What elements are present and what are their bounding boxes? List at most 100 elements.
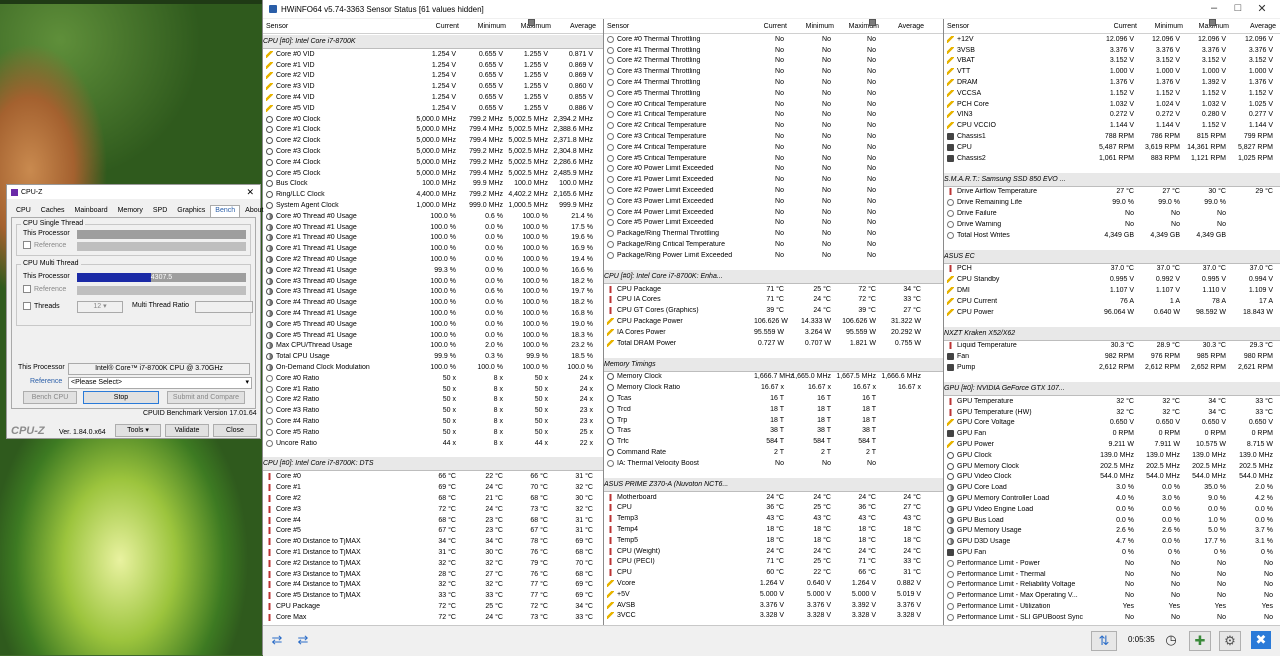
- sensor-row[interactable]: Max CPU/Thread Usage 100.0 % 2.0 % 100.0 % 2…: [263, 341, 603, 352]
- minimize-icon[interactable]: –: [1203, 2, 1225, 14]
- column-header-average[interactable]: Average: [551, 23, 596, 30]
- sensor-row[interactable]: +12V 12.096 V 12.096 V 12.096 V 12.096 V: [944, 34, 1280, 45]
- sensor-row[interactable]: Core #0 Thread #1 Usage 100.0 % 0.0 % 100.0…: [263, 222, 603, 233]
- sensor-row[interactable]: Core #2 68 °C 21 °C 68 °C 30 °C: [263, 493, 603, 504]
- sensor-row[interactable]: Chassis2 1,061 RPM 883 RPM 1,121 RPM 1,025 R…: [944, 153, 1280, 164]
- sensor-row[interactable]: VCCSA 1.152 V 1.152 V 1.152 V 1.152 V: [944, 88, 1280, 99]
- sensor-row[interactable]: Core #1 69 °C 24 °C 70 °C 32 °C: [263, 482, 603, 493]
- sensor-row[interactable]: Core #1 Ratio 50 x 8 x 50 x 24 x: [263, 384, 603, 395]
- sensor-row[interactable]: Temp5 18 °C 18 °C 18 °C 18 °C: [604, 535, 943, 546]
- sensor-row[interactable]: Core #0 Thread #0 Usage 100.0 % 0.6 % 100.0…: [263, 211, 603, 222]
- sensor-row[interactable]: CPU Package Power 106.626 W 14.333 W 106.62…: [604, 316, 943, 327]
- sensor-row[interactable]: GPU Core Load 3.0 % 0.0 % 35.0 % 2.0 %: [944, 482, 1280, 493]
- sensor-row[interactable]: CPU VCCIO 1.144 V 1.144 V 1.152 V 1.144 V: [944, 120, 1280, 131]
- sensor-row[interactable]: Trfc 584 T 584 T 584 T: [604, 436, 943, 447]
- sensor-row[interactable]: Bus Clock 100.0 MHz 99.9 MHz 100.0 MHz 100.0…: [263, 179, 603, 190]
- column-header-minimum[interactable]: Minimum: [787, 23, 834, 30]
- column-header-sensor[interactable]: Sensor: [944, 23, 1095, 30]
- sensor-row[interactable]: Drive Airflow Temperature 27 °C 27 °C 30 °C…: [944, 187, 1280, 198]
- sensor-row[interactable]: Motherboard 24 °C 24 °C 24 °C 24 °C: [604, 492, 943, 503]
- sensor-row[interactable]: Core #5 Thread #0 Usage 100.0 % 0.0 % 100.0…: [263, 319, 603, 330]
- sensor-row[interactable]: Core #1 Thermal Throttling No No No: [604, 45, 943, 56]
- sensor-row[interactable]: VTT 1.000 V 1.000 V 1.000 V 1.000 V: [944, 66, 1280, 77]
- close-icon[interactable]: ✕: [1251, 2, 1273, 15]
- sensor-row[interactable]: Core #4 Power Limit Exceeded No No No: [604, 207, 943, 218]
- sensor-row[interactable]: IA Cores Power 95.559 W 3.264 W 95.559 W 20.…: [604, 327, 943, 338]
- sensor-row[interactable]: AVSB 3.376 V 3.376 V 3.392 V 3.376 V: [604, 600, 943, 611]
- column-header-current[interactable]: Current: [757, 23, 787, 30]
- sensor-row[interactable]: GPU Memory Usage 2.6 % 2.6 % 5.0 % 3.7 %: [944, 525, 1280, 536]
- single-reference-row[interactable]: Reference: [23, 241, 66, 249]
- sensor-row[interactable]: Core #5 Critical Temperature No No No: [604, 153, 943, 164]
- sensor-row[interactable]: Core #1 Power Limit Exceeded No No No: [604, 174, 943, 185]
- sensor-row[interactable]: Core #1 Distance to TjMAX 31 °C 30 °C 76 °C…: [263, 547, 603, 558]
- bench-cpu-button[interactable]: Bench CPU: [23, 391, 77, 404]
- sensor-group-header[interactable]: Memory Timings: [604, 19, 943, 372]
- sensor-row[interactable]: Core #5 Ratio 50 x 8 x 50 x 25 x: [263, 427, 603, 438]
- sensor-row[interactable]: Core #3 Critical Temperature No No No: [604, 131, 943, 142]
- sensor-row[interactable]: Tras 38 T 38 T 38 T: [604, 426, 943, 437]
- sensor-row[interactable]: Drive Warning No No No: [944, 219, 1280, 230]
- sensor-row[interactable]: Core #0 66 °C 22 °C 66 °C 31 °C: [263, 471, 603, 482]
- sensor-row[interactable]: Core #3 Thread #1 Usage 100.0 % 0.6 % 100.0…: [263, 287, 603, 298]
- sensor-row[interactable]: Drive Failure No No No: [944, 208, 1280, 219]
- sensor-row[interactable]: Performance Limit - Max Operating V... No…: [944, 590, 1280, 601]
- sensor-row[interactable]: DMI 1.107 V 1.107 V 1.110 V 1.109 V: [944, 285, 1280, 296]
- sensor-row[interactable]: Core #2 Ratio 50 x 8 x 50 x 24 x: [263, 395, 603, 406]
- settings-icon[interactable]: ⚙: [1219, 631, 1241, 651]
- multi-reference-row[interactable]: Reference: [23, 285, 66, 293]
- nav-left-icon[interactable]: ⇄: [267, 631, 287, 649]
- sensor-row[interactable]: CPU Current 76 A 1 A 78 A 17 A: [944, 296, 1280, 307]
- sensor-group-header[interactable]: CPU [#0]: Intel Core i7-8700K: [263, 19, 603, 49]
- sensor-group-header[interactable]: CPU [#0]: Intel Core i7-8700K: Enha...: [604, 19, 943, 284]
- sensor-row[interactable]: GPU Memory Clock 202.5 MHz 202.5 MHz 202.5 …: [944, 461, 1280, 472]
- column-header-minimum[interactable]: Minimum: [459, 23, 506, 30]
- sensor-row[interactable]: DRAM 1.376 V 1.376 V 1.392 V 1.376 V: [944, 77, 1280, 88]
- sensor-row[interactable]: Command Rate 2 T 2 T 2 T: [604, 447, 943, 458]
- sensor-group-header[interactable]: S.M.A.R.T.: Samsung SSD 850 EVO ...: [944, 19, 1280, 187]
- sensor-panel-2[interactable]: Sensor Current Minimum Maximum Average Core #…: [604, 19, 944, 625]
- sensor-row[interactable]: Core #0 Critical Temperature No No No: [604, 99, 943, 110]
- sensor-row[interactable]: GPU D3D Usage 4.7 % 0.0 % 17.7 % 3.1 %: [944, 536, 1280, 547]
- sensor-row[interactable]: Trcd 18 T 18 T 18 T: [604, 404, 943, 415]
- sensor-row[interactable]: GPU Bus Load 0.0 % 0.0 % 1.0 % 0.0 %: [944, 515, 1280, 526]
- sensor-row[interactable]: Core #3 Thread #0 Usage 100.0 % 0.0 % 100.0…: [263, 276, 603, 287]
- sensor-row[interactable]: Core #2 Power Limit Exceeded No No No: [604, 185, 943, 196]
- sensor-row[interactable]: System Agent Clock 1,000.0 MHz 999.0 MHz 1,…: [263, 200, 603, 211]
- sensor-row[interactable]: On-Demand Clock Modulation 100.0 % 100.0 %…: [263, 362, 603, 373]
- sensor-row[interactable]: Core #1 Thread #1 Usage 100.0 % 0.0 % 100.0…: [263, 243, 603, 254]
- hwinfo-titlebar[interactable]: HWiNFO64 v5.74-3363 Sensor Status [61 va…: [263, 0, 1280, 18]
- multi-reference-checkbox[interactable]: [23, 285, 31, 293]
- sensor-row[interactable]: Core #1 VID 1.254 V 0.655 V 1.255 V 0.869 V: [263, 60, 603, 71]
- sensor-row[interactable]: Core #4 Thread #0 Usage 100.0 % 0.0 % 100.0…: [263, 297, 603, 308]
- sensor-row[interactable]: Core #5 67 °C 23 °C 67 °C 31 °C: [263, 525, 603, 536]
- sensor-row[interactable]: 3VSB 3.376 V 3.376 V 3.376 V 3.376 V: [944, 45, 1280, 56]
- sensor-row[interactable]: Core #5 Clock 5,000.0 MHz 799.4 MHz 5,002.5…: [263, 168, 603, 179]
- sensor-row[interactable]: Uncore Ratio 44 x 8 x 44 x 22 x: [263, 438, 603, 449]
- sensor-row[interactable]: Core #0 Clock 5,000.0 MHz 799.2 MHz 5,002.5…: [263, 114, 603, 125]
- sensor-row[interactable]: Core #2 VID 1.254 V 0.655 V 1.255 V 0.869 V: [263, 71, 603, 82]
- reference-select[interactable]: <Please Select> ▾: [68, 377, 252, 389]
- sensor-row[interactable]: Core #2 Thread #0 Usage 100.0 % 0.0 % 100.0…: [263, 254, 603, 265]
- sensor-row[interactable]: Core #5 Thread #1 Usage 100.0 % 0.0 % 100.0…: [263, 330, 603, 341]
- sensor-row[interactable]: Performance Limit - Utilization Yes Yes Yes…: [944, 601, 1280, 612]
- sensor-row[interactable]: Performance Limit - Reliability Voltage N…: [944, 579, 1280, 590]
- sensor-row[interactable]: Tcas 16 T 16 T 16 T: [604, 393, 943, 404]
- threads-select[interactable]: 12 ▾: [77, 301, 123, 313]
- cpuz-close-icon[interactable]: ✕: [246, 187, 254, 198]
- column-header-average[interactable]: Average: [1229, 23, 1276, 30]
- sensor-row[interactable]: CPU (PECI) 71 °C 25 °C 71 °C 33 °C: [604, 556, 943, 567]
- sensor-row[interactable]: Chassis1 788 RPM 786 RPM 815 RPM 799 RPM: [944, 131, 1280, 142]
- sensor-row[interactable]: CPU IA Cores 71 °C 24 °C 72 °C 33 °C: [604, 295, 943, 306]
- sensor-row[interactable]: CPU GT Cores (Graphics) 39 °C 24 °C 39 °C 27…: [604, 305, 943, 316]
- sensor-group-header[interactable]: CPU [#0]: Intel Core i7-8700K: DTS: [263, 19, 603, 472]
- sensor-row[interactable]: Core #1 Thread #0 Usage 100.0 % 0.0 % 100.0…: [263, 233, 603, 244]
- sensor-row[interactable]: CPU 36 °C 25 °C 36 °C 27 °C: [604, 502, 943, 513]
- sensor-row[interactable]: Core #1 Critical Temperature No No No: [604, 110, 943, 121]
- sensor-row[interactable]: Core #4 Critical Temperature No No No: [604, 142, 943, 153]
- sensor-row[interactable]: GPU Fan 0 RPM 0 RPM 0 RPM 0 RPM: [944, 428, 1280, 439]
- column-header-minimum[interactable]: Minimum: [1137, 23, 1183, 30]
- sensor-row[interactable]: Package/Ring Critical Temperature No No No: [604, 239, 943, 250]
- threads-row[interactable]: Threads: [23, 302, 60, 310]
- sensor-row[interactable]: GPU Video Clock 544.0 MHz 544.0 MHz 544.0 M…: [944, 472, 1280, 483]
